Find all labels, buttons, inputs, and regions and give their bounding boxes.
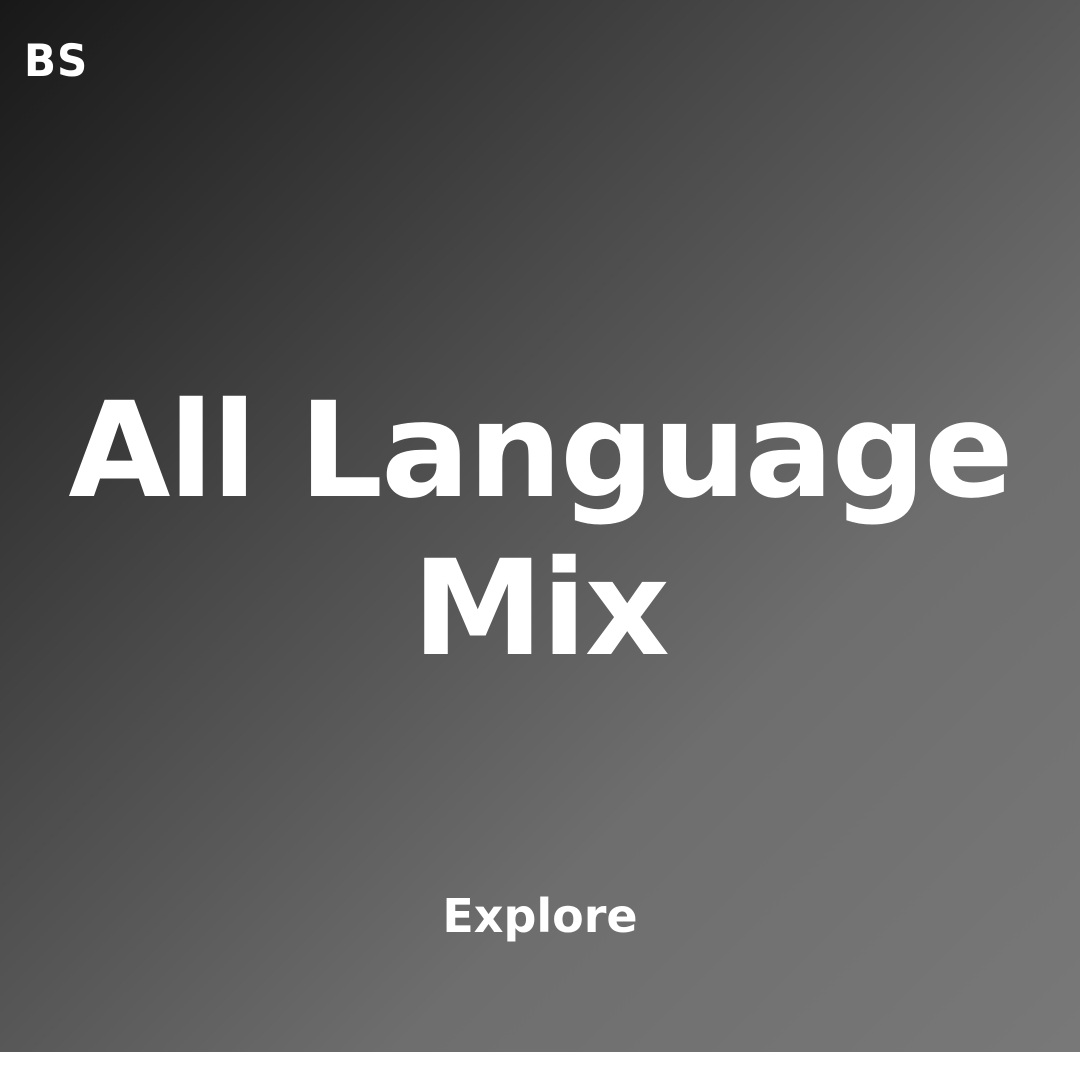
playlist-cover-card[interactable]: BS All Language Mix Explore bbox=[0, 0, 1080, 1052]
playlist-title-line-2: Mix bbox=[412, 532, 670, 686]
playlist-title: All Language Mix bbox=[0, 372, 1080, 688]
brand-logo: BS bbox=[24, 35, 89, 87]
explore-button[interactable]: Explore bbox=[0, 884, 1080, 948]
bottom-divider bbox=[0, 1052, 1080, 1080]
playlist-title-line-1: All Language bbox=[68, 374, 1013, 528]
